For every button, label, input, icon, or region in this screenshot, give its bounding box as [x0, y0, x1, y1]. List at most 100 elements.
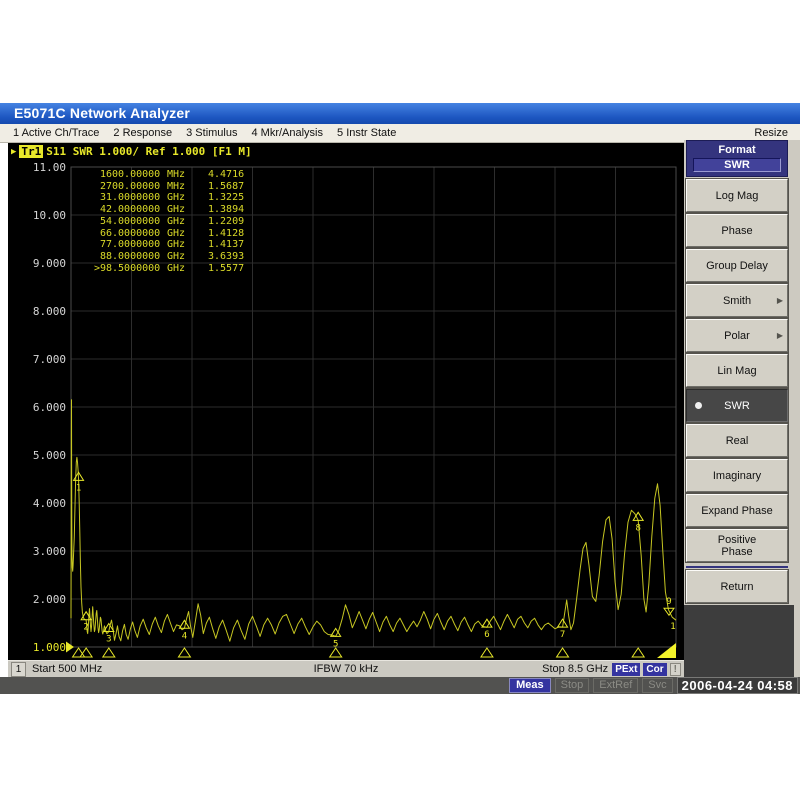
marker-table-row: 54.0000000GHz1.2209	[76, 216, 244, 228]
marker-table-row: 88.0000000GHz3.6393	[76, 251, 244, 263]
softkey-real[interactable]: Real	[686, 424, 788, 457]
selected-dot-icon	[695, 402, 702, 409]
softkey-sidebar: Format SWR Log Mag Phase Group Delay Smith▶…	[684, 140, 800, 677]
softkey-expand-phase[interactable]: Expand Phase	[686, 494, 788, 527]
marker-frequency: 7.0000000	[106, 239, 160, 251]
marker-frequency-unit: GHz	[160, 228, 194, 240]
y-axis-tick-label: 11.00	[33, 161, 66, 174]
marker-frequency: 700.00000	[106, 181, 160, 193]
instrument-state-stop: Stop	[555, 678, 590, 693]
marker-frequency-unit: GHz	[160, 216, 194, 228]
trace-number-label: 1	[670, 622, 675, 632]
analyzer-screen: 11.0010.009.0008.0007.0006.0005.0004.000…	[8, 143, 684, 660]
softkey-label: SWR	[701, 400, 773, 412]
reference-level-arrow-icon	[66, 642, 74, 653]
marker-table-row: 2700.00000MHz1.5687	[76, 181, 244, 193]
sidebar-empty-area	[684, 605, 794, 677]
softkey-positive-phase[interactable]: Positive Phase	[686, 529, 788, 562]
softkey-log-mag[interactable]: Log Mag	[686, 179, 788, 212]
marker-number: 1	[76, 169, 106, 181]
trace-format-text: S11 SWR 1.000/ Ref 1.000 [F1 M]	[46, 145, 251, 158]
softkey-lin-mag[interactable]: Lin Mag	[686, 354, 788, 387]
marker-table: 1600.00000MHz4.47162700.00000MHz1.568731…	[76, 169, 244, 274]
softkey-label: Log Mag	[701, 190, 773, 202]
softkey-label: Group Delay	[701, 260, 773, 272]
marker-frequency: 6.0000000	[106, 228, 160, 240]
softkey-header-title: Format	[687, 144, 787, 156]
resize-button[interactable]: Resize	[754, 127, 788, 139]
marker-frequency-unit: MHz	[160, 181, 194, 193]
softkey-smith[interactable]: Smith▶	[686, 284, 788, 317]
submenu-arrow-icon: ▶	[777, 295, 783, 307]
softkey-return[interactable]: Return	[686, 570, 788, 603]
instrument-state-meas: Meas	[509, 678, 551, 693]
window-title-bar: E5071C Network Analyzer	[0, 103, 800, 124]
marker-frequency: 2.0000000	[106, 204, 160, 216]
softkey-imaginary[interactable]: Imaginary	[686, 459, 788, 492]
instrument-state-svc: Svc	[642, 678, 672, 693]
marker-4-number: 4	[182, 631, 187, 641]
bottom-status-bar: Meas StopExtRef Svc 2006-04-24 04:58	[0, 677, 800, 694]
datetime-display: 2006-04-24 04:58	[677, 677, 798, 694]
menu-item-2[interactable]: 2 Response	[113, 127, 172, 139]
marker-value: 1.4137	[194, 239, 244, 251]
y-axis-tick-label: 9.000	[33, 257, 66, 270]
active-trace-arrow-icon: ▶	[11, 147, 16, 157]
marker-stimulus-icon[interactable]	[557, 648, 569, 657]
active-marker-number: 9	[666, 597, 671, 607]
softkey-label: Real	[701, 435, 773, 447]
marker-stimulus-icon[interactable]	[178, 648, 190, 657]
marker-frequency: 600.00000	[106, 169, 160, 181]
status-bar: 1 Start 500 MHz IFBW 70 kHz Stop 8.5 GHz…	[8, 660, 684, 677]
marker-table-row: >98.5000000GHz1.5577	[76, 263, 244, 275]
marker-value: 1.3894	[194, 204, 244, 216]
marker-number: 8	[76, 251, 106, 263]
softkey-phase[interactable]: Phase	[686, 214, 788, 247]
marker-8-number: 8	[635, 523, 640, 533]
y-axis-tick-label: 6.000	[33, 401, 66, 414]
softkey-swr[interactable]: SWR	[686, 389, 788, 422]
softkey-label: Lin Mag	[701, 365, 773, 377]
marker-value: 1.5687	[194, 181, 244, 193]
marker-5-number: 5	[333, 639, 338, 649]
y-axis-tick-label: 2.000	[33, 593, 66, 606]
trace-badge[interactable]: Tr1	[19, 145, 43, 158]
y-axis-tick-label: 7.000	[33, 353, 66, 366]
marker-7-number: 7	[560, 630, 565, 640]
menu-item-3[interactable]: 3 Stimulus	[186, 127, 237, 139]
marker-frequency-unit: GHz	[160, 263, 194, 275]
y-axis-tick-label: 3.000	[33, 545, 66, 558]
instrument-status-items: Meas StopExtRef Svc	[509, 678, 673, 693]
marker-stimulus-icon[interactable]	[481, 648, 493, 657]
menu-item-5[interactable]: 5 Instr State	[337, 127, 396, 139]
marker-value: 4.4716	[194, 169, 244, 181]
marker-stimulus-icon[interactable]	[632, 648, 644, 657]
marker-frequency: 1.0000000	[106, 192, 160, 204]
softkey-polar[interactable]: Polar▶	[686, 319, 788, 352]
softkey-label: Return	[701, 581, 773, 593]
menu-item-4[interactable]: 4 Mkr/Analysis	[251, 127, 323, 139]
y-axis-tick-label: 10.00	[33, 209, 66, 222]
marker-frequency-unit: GHz	[160, 239, 194, 251]
marker-number: >9	[76, 263, 106, 275]
marker-table-row: 77.0000000GHz1.4137	[76, 239, 244, 251]
softkey-header: Format SWR	[686, 140, 788, 177]
ifbw-label: IFBW 70 kHz	[8, 663, 684, 675]
marker-1-number: 1	[76, 483, 81, 493]
softkey-label: Phase	[701, 225, 773, 237]
marker-table-row: 66.0000000GHz1.4128	[76, 228, 244, 240]
marker-frequency-unit: GHz	[160, 192, 194, 204]
marker-number: 6	[76, 228, 106, 240]
y-axis-tick-label: 1.000	[33, 641, 66, 654]
marker-number: 4	[76, 204, 106, 216]
active-marker-stimulus-icon[interactable]	[657, 643, 676, 658]
instrument-state-extref: ExtRef	[593, 678, 638, 693]
marker-value: 1.2209	[194, 216, 244, 228]
marker-value: 3.6393	[194, 251, 244, 263]
softkey-separator	[686, 566, 788, 568]
marker-table-row: 31.0000000GHz1.3225	[76, 192, 244, 204]
softkey-group-delay[interactable]: Group Delay	[686, 249, 788, 282]
menu-item-1[interactable]: 1 Active Ch/Trace	[13, 127, 99, 139]
marker-frequency-unit: GHz	[160, 204, 194, 216]
marker-stimulus-icon[interactable]	[103, 648, 115, 657]
